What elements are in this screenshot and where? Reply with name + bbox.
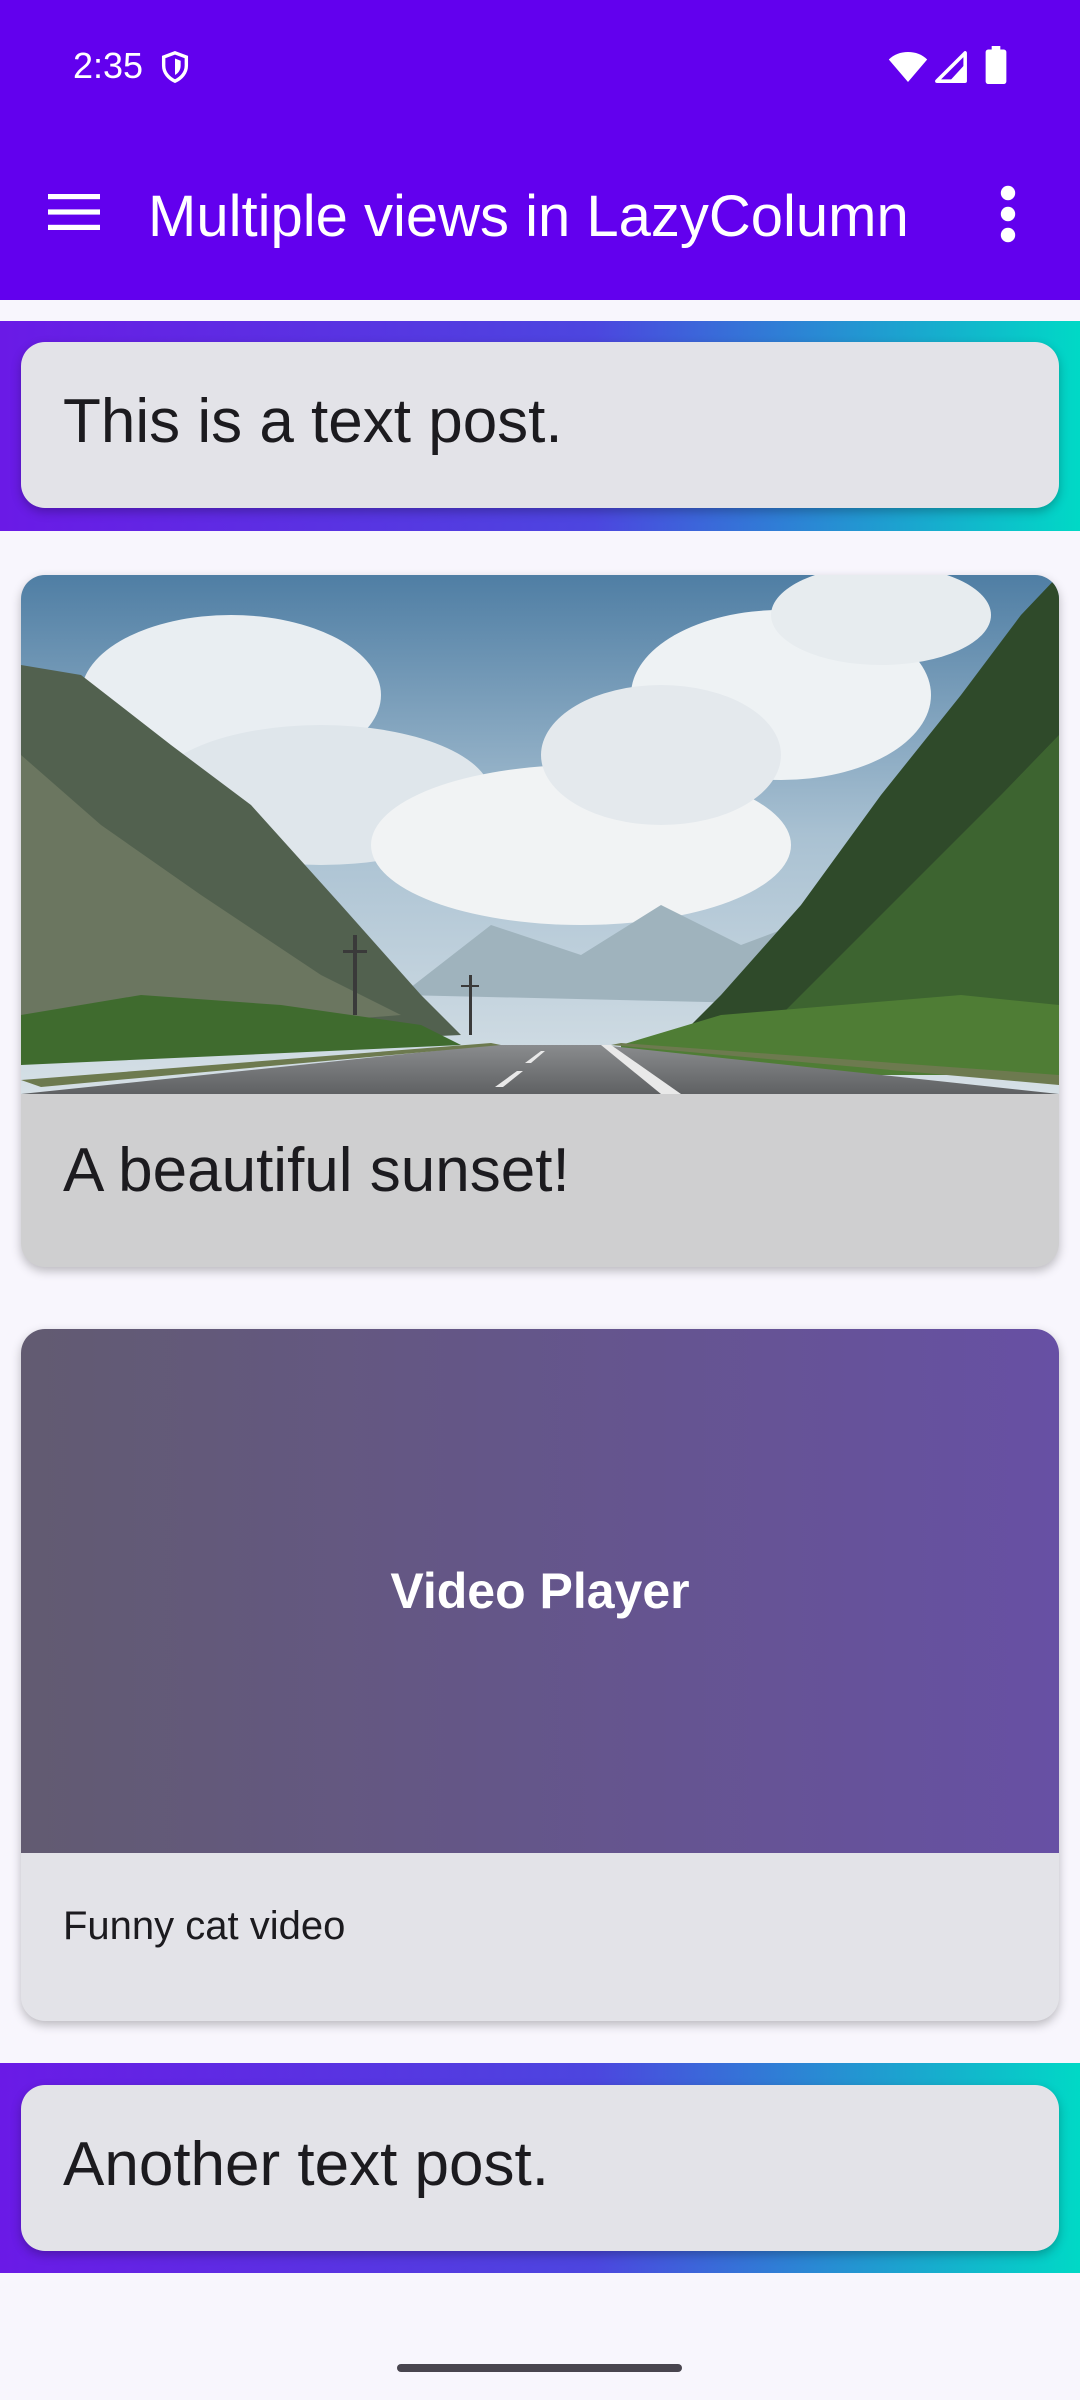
- shield-icon: [161, 51, 189, 84]
- video-post-caption: Funny cat video: [63, 1904, 346, 1948]
- cellular-signal-icon: [935, 51, 967, 83]
- status-bar: 2:35: [0, 0, 1080, 132]
- text-post-card[interactable]: This is a text post.: [21, 342, 1059, 508]
- text-post-text: This is a text post.: [63, 387, 563, 456]
- video-player-label: Video Player: [390, 1563, 690, 1619]
- app-bar-title: Multiple views in LazyColumn: [148, 184, 909, 249]
- image-post-caption: A beautiful sunset!: [63, 1136, 570, 1205]
- video-post-card[interactable]: Video Player Funny cat video: [21, 1329, 1059, 2021]
- menu-icon[interactable]: [48, 192, 100, 232]
- more-vert-icon[interactable]: [990, 184, 1026, 244]
- top-app-bar: Multiple views in LazyColumn: [0, 132, 1080, 300]
- wifi-icon: [888, 52, 928, 82]
- text-post-card[interactable]: Another text post.: [21, 2085, 1059, 2251]
- video-player[interactable]: Video Player: [21, 1329, 1059, 1853]
- text-post-text: Another text post.: [63, 2130, 549, 2199]
- landscape-image: [21, 575, 1059, 1094]
- home-gesture-handle[interactable]: [397, 2364, 682, 2372]
- status-time: 2:35: [73, 45, 144, 86]
- image-post-card[interactable]: A beautiful sunset!: [21, 575, 1059, 1267]
- battery-icon: [985, 46, 1007, 84]
